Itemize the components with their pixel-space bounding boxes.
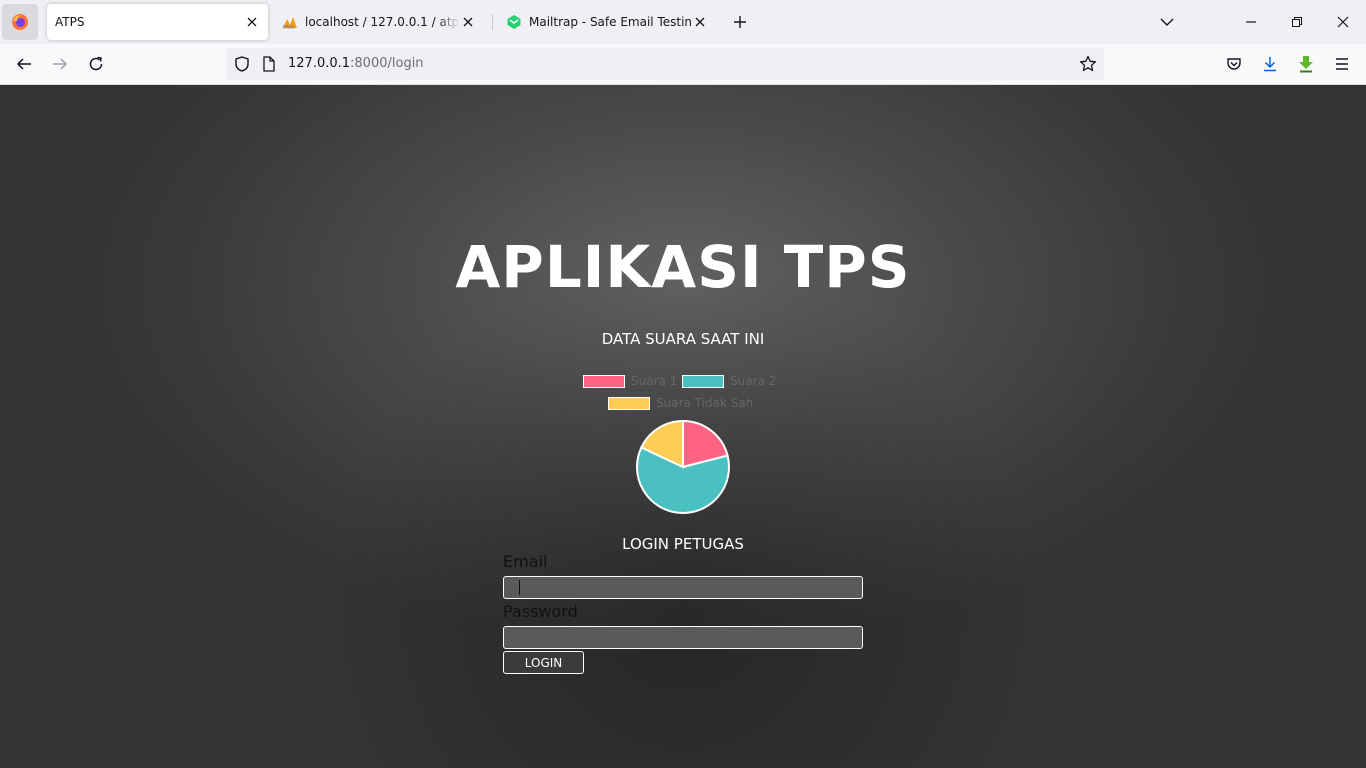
text-caret (519, 580, 520, 595)
tab-mailtrap[interactable]: Mailtrap - Safe Email Testing (502, 4, 716, 40)
url-path: :8000/login (350, 56, 424, 71)
hamburger-menu-icon (1336, 58, 1348, 70)
bookmark-star-icon[interactable] (1079, 55, 1097, 73)
login-button[interactable]: LOGIN (503, 651, 584, 674)
reload-button[interactable] (86, 54, 106, 74)
minimize-button[interactable] (1241, 12, 1261, 32)
chevron-down-icon (1160, 18, 1174, 26)
pocket-icon (1227, 58, 1241, 70)
forward-button[interactable] (50, 54, 70, 74)
email-label: Email (503, 552, 548, 571)
legend-item-suara-2[interactable]: Suara 2 (682, 374, 776, 388)
legend-label: Suara 1 (631, 374, 678, 388)
tab-label: Mailtrap - Safe Email Testing (529, 15, 692, 29)
email-field[interactable] (503, 576, 863, 599)
tab-strip: ATPS PMA localhost / 127.0.0.1 / atps / … (0, 0, 1366, 44)
close-icon (1337, 16, 1349, 28)
page-icon[interactable] (260, 55, 278, 73)
password-label: Password (503, 602, 578, 621)
address-bar[interactable]: 127.0.0.1:8000/login (226, 48, 1104, 80)
chart-heading: DATA SUARA SAAT INI (601, 330, 765, 348)
legend-label: Suara 2 (730, 374, 777, 388)
firefox-menu-button[interactable] (2, 4, 38, 40)
close-tab-icon[interactable] (692, 14, 708, 30)
download-extension-icon (1299, 56, 1313, 73)
password-field[interactable] (503, 626, 863, 649)
svg-text:PMA: PMA (283, 25, 294, 30)
reload-icon (89, 56, 103, 71)
restore-button[interactable] (1287, 12, 1307, 32)
vote-pie-chart: Suara 1 Suara 2 Suara Tidak Sah (573, 367, 793, 517)
tab-atps[interactable]: ATPS (47, 4, 268, 40)
new-tab-button[interactable] (730, 12, 750, 32)
app-menu-button[interactable] (1332, 54, 1352, 74)
legend-item-suara-tidak-sah[interactable]: Suara Tidak Sah (608, 396, 753, 410)
extension-button[interactable] (1296, 54, 1316, 74)
close-tab-icon[interactable] (460, 14, 476, 30)
legend-swatch (682, 374, 724, 388)
tab-label: localhost / 127.0.0.1 / atps / suara (305, 15, 460, 29)
phpmyadmin-icon: PMA (283, 17, 297, 30)
page-title: APLIKASI TPS (455, 233, 911, 301)
downloads-button[interactable] (1260, 54, 1280, 74)
legend-swatch (608, 396, 650, 410)
tab-separator (492, 14, 493, 30)
restore-icon (1292, 17, 1302, 27)
arrow-left-icon (16, 58, 31, 70)
login-heading: LOGIN PETUGAS (622, 535, 744, 553)
shield-icon[interactable] (233, 55, 251, 73)
pocket-button[interactable] (1224, 54, 1244, 74)
url-text[interactable]: 127.0.0.1:8000/login (288, 56, 424, 71)
list-all-tabs-button[interactable] (1157, 12, 1177, 32)
legend-swatch (583, 374, 625, 388)
url-host: 127.0.0.1 (288, 56, 351, 71)
plus-icon (734, 16, 746, 28)
download-icon (1264, 57, 1276, 72)
close-window-button[interactable] (1333, 12, 1353, 32)
tab-phpmyadmin[interactable]: PMA localhost / 127.0.0.1 / atps / suara (278, 4, 484, 40)
minimize-icon (1246, 21, 1256, 23)
pie-svg (636, 419, 730, 514)
firefox-icon (12, 14, 28, 30)
legend-label: Suara Tidak Sah (656, 396, 754, 410)
tab-label: ATPS (55, 15, 85, 29)
close-tab-icon[interactable] (244, 14, 260, 30)
navigation-toolbar: 127.0.0.1:8000/login (0, 44, 1366, 85)
back-button[interactable] (14, 54, 34, 74)
legend-item-suara-1[interactable]: Suara 1 (583, 374, 677, 388)
arrow-right-icon (53, 58, 68, 70)
page-content: APLIKASI TPS DATA SUARA SAAT INI Suara 1… (0, 85, 1366, 768)
mailtrap-icon (507, 15, 521, 29)
